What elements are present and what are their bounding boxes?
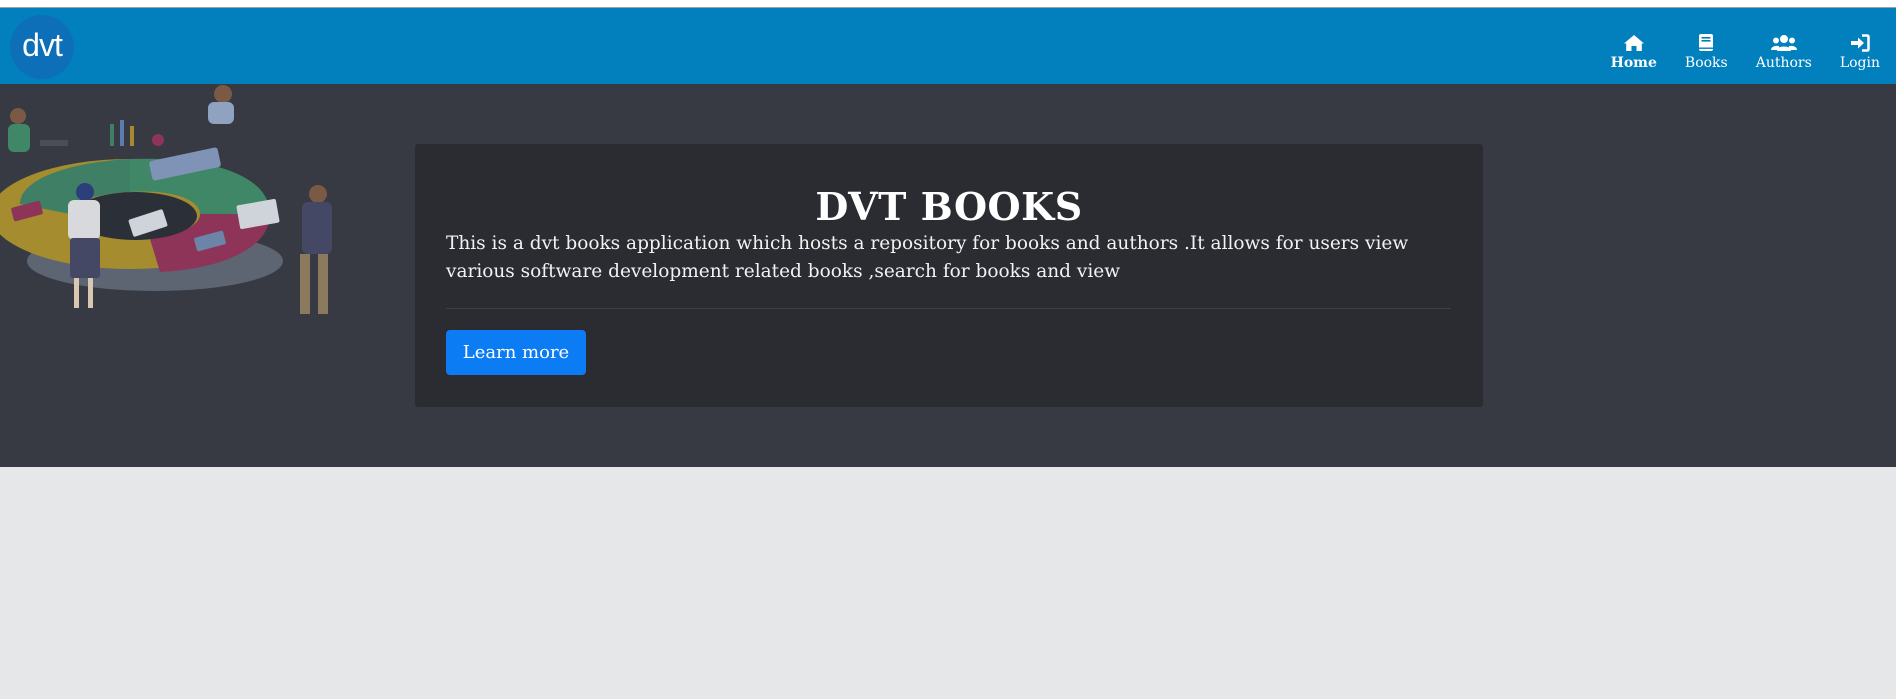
users-icon (1770, 28, 1797, 52)
home-icon (1623, 28, 1645, 52)
nav-authors-label: Authors (1755, 55, 1812, 71)
learn-more-button[interactable]: Learn more (446, 330, 586, 375)
hero-banner: DVT BOOKS This is a dvt books applicatio… (0, 84, 1896, 467)
nav-login-label: Login (1839, 55, 1880, 71)
hero-description: This is a dvt books application which ho… (446, 233, 1409, 282)
nav-books-label: Books (1684, 55, 1728, 71)
navbar: dvt Home Books Authors Login (0, 8, 1896, 84)
nav-home[interactable]: Home (1611, 16, 1657, 71)
logo-text: dvt (22, 26, 63, 63)
hero-card: DVT BOOKS This is a dvt books applicatio… (415, 144, 1483, 407)
dvt-logo[interactable]: dvt (10, 15, 74, 79)
nav-login[interactable]: Login (1840, 16, 1880, 71)
page-title: DVT BOOKS (815, 184, 1083, 229)
team-illustration (0, 85, 332, 314)
nav-authors[interactable]: Authors (1756, 16, 1812, 71)
divider (446, 308, 1451, 309)
nav-home-label: Home (1610, 55, 1657, 71)
main-nav: Home Books Authors Login (1611, 16, 1896, 76)
login-icon (1850, 28, 1870, 52)
nav-books[interactable]: Books (1685, 16, 1728, 71)
book-icon (1698, 28, 1714, 52)
browser-top-strip (0, 0, 1896, 8)
